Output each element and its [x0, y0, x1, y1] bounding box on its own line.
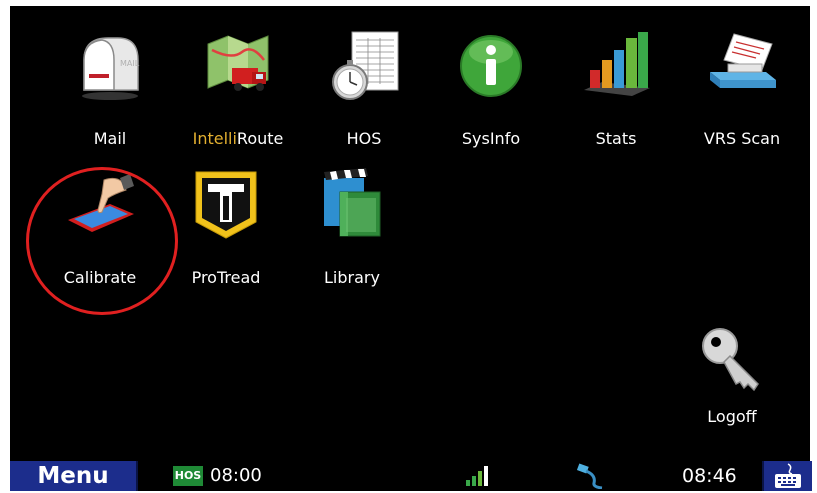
home-screen: MAIL Mail IntelliRoute HOS SysInfo Stats…	[10, 6, 810, 461]
keyboard-button[interactable]	[762, 461, 812, 491]
app-calibrate-label: Calibrate	[63, 268, 137, 287]
keyboard-icon	[775, 463, 801, 488]
app-intelliroute-label: IntelliRoute	[175, 129, 301, 148]
hos-status-badge[interactable]: HOS	[173, 466, 203, 486]
app-stats[interactable]: Stats	[553, 6, 679, 148]
hos-time: 08:00	[210, 465, 262, 486]
menu-button[interactable]: Menu	[10, 461, 138, 491]
app-sysinfo-label: SysInfo	[461, 129, 521, 148]
app-protread-label: ProTread	[191, 268, 261, 287]
app-hos-label: HOS	[346, 129, 382, 148]
clapperboard-book-icon	[316, 168, 388, 240]
app-library[interactable]: Library	[289, 6, 415, 287]
info-icon	[455, 30, 527, 102]
clock: 08:46	[682, 465, 737, 487]
app-intelliroute-label-accent: Intelli	[192, 129, 237, 148]
app-logoff-label: Logoff	[707, 407, 757, 426]
network-cable-icon	[576, 463, 606, 490]
app-calibrate[interactable]: Calibrate	[37, 6, 163, 287]
app-sysinfo[interactable]: SysInfo	[428, 6, 554, 148]
app-mail-label: Mail	[93, 129, 127, 148]
app-library-label: Library	[324, 268, 380, 287]
app-stats-label: Stats	[595, 129, 637, 148]
app-protread[interactable]: ProTread	[163, 6, 289, 287]
key-icon	[696, 322, 768, 394]
app-vrs-scan-label: VRS Scan	[703, 129, 781, 148]
app-logoff[interactable]: Logoff	[669, 302, 795, 442]
app-intelliroute-label-rest: Route	[236, 129, 284, 148]
app-vrs-scan[interactable]: VRS Scan	[679, 6, 805, 148]
scanner-icon	[706, 30, 778, 102]
touch-screen-icon	[64, 168, 136, 240]
protread-logo-icon	[190, 168, 262, 240]
bar-chart-icon	[580, 30, 652, 102]
signal-strength-icon	[465, 465, 489, 487]
taskbar: Menu HOS 08:00 08:46	[10, 461, 812, 491]
